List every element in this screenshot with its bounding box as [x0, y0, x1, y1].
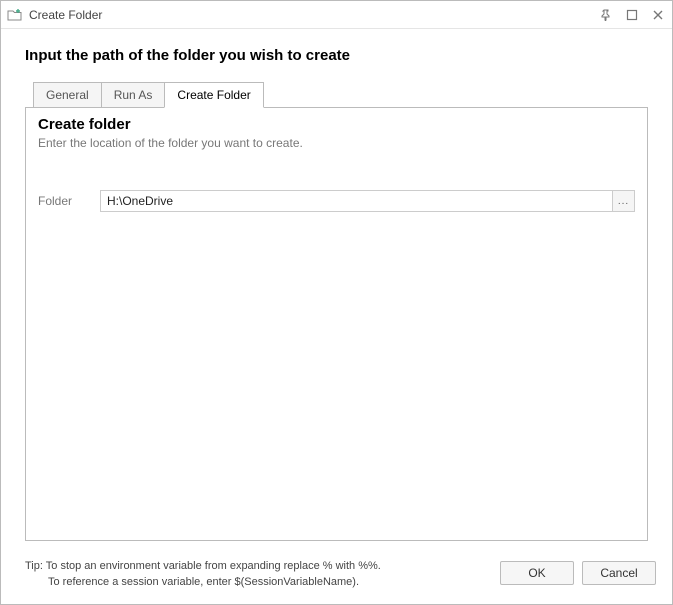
footer-buttons: OK Cancel: [500, 561, 656, 585]
tip-text: Tip: To stop an environment variable fro…: [25, 559, 490, 590]
tab-bar: General Run As Create Folder: [33, 82, 648, 107]
tab-general[interactable]: General: [33, 82, 102, 107]
content-area: Input the path of the folder you wish to…: [1, 29, 672, 551]
create-folder-icon: [7, 7, 23, 23]
folder-row: Folder ...: [38, 190, 635, 212]
tip-line2: To reference a session variable, enter $…: [25, 575, 490, 590]
tab-run-as[interactable]: Run As: [101, 82, 166, 107]
tab-panel: Create folder Enter the location of the …: [25, 107, 648, 541]
close-icon[interactable]: [650, 7, 666, 23]
window-title: Create Folder: [29, 8, 598, 22]
maximize-icon[interactable]: [624, 7, 640, 23]
ok-button[interactable]: OK: [500, 561, 574, 585]
pin-icon[interactable]: [598, 7, 614, 23]
folder-input-wrap: ...: [100, 190, 635, 212]
folder-input[interactable]: [101, 191, 612, 211]
folder-label: Folder: [38, 194, 88, 208]
titlebar-controls: [598, 7, 666, 23]
cancel-button[interactable]: Cancel: [582, 561, 656, 585]
panel-heading: Create folder: [38, 116, 635, 133]
panel-subheading: Enter the location of the folder you wan…: [38, 136, 635, 150]
page-heading: Input the path of the folder you wish to…: [25, 47, 648, 64]
footer: Tip: To stop an environment variable fro…: [1, 551, 672, 604]
tip-line1: Tip: To stop an environment variable fro…: [25, 559, 490, 574]
browse-button[interactable]: ...: [612, 191, 634, 211]
tab-create-folder[interactable]: Create Folder: [164, 82, 263, 108]
dialog-window: Create Folder Input the path of the fold…: [0, 0, 673, 605]
titlebar: Create Folder: [1, 1, 672, 29]
